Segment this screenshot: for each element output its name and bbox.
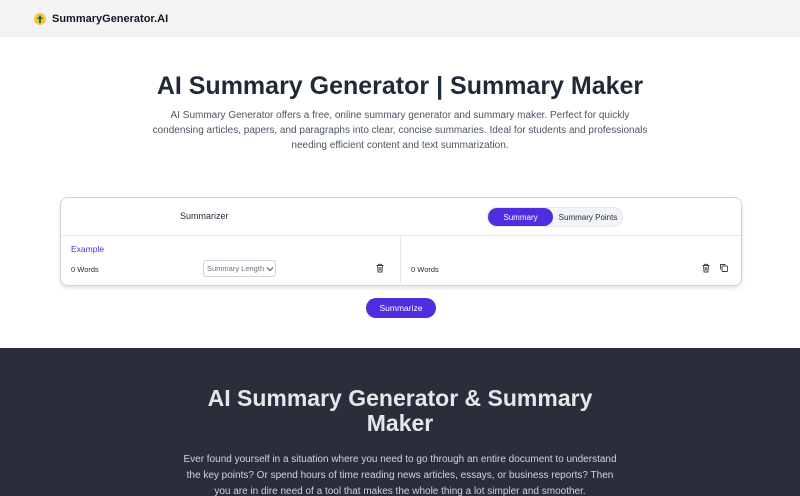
summarizer-label: Summarizer (180, 211, 229, 221)
input-pane[interactable]: Example 0 Words Summary Length (61, 236, 401, 286)
page-description: AI Summary Generator offers a free, onli… (152, 110, 648, 151)
top-navbar: SummaryGenerator.AI (0, 0, 800, 37)
summarizer-card: Summarizer Summary Summary Points Exampl… (60, 197, 742, 286)
mode-toggle: Summary Summary Points (487, 207, 623, 227)
summarize-button[interactable]: Summarize (366, 298, 436, 318)
example-link[interactable]: Example (71, 244, 104, 254)
output-pane: 0 Words (401, 236, 741, 286)
mode-summary-points-button[interactable]: Summary Points (554, 208, 622, 226)
output-word-count: 0 Words (411, 265, 439, 274)
clear-input-trash-icon[interactable] (375, 263, 385, 273)
section-description: Ever found yourself in a situation where… (183, 454, 617, 496)
clear-output-trash-icon[interactable] (701, 263, 711, 273)
copy-icon[interactable] (719, 263, 729, 273)
input-word-count: 0 Words (71, 265, 99, 274)
chevron-down-icon (266, 266, 274, 271)
summary-length-select[interactable]: Summary Length (203, 260, 276, 277)
section-title: AI Summary Generator & Summary Maker (207, 385, 593, 436)
page-title: AI Summary Generator | Summary Maker (156, 72, 644, 100)
mode-summary-button[interactable]: Summary (488, 208, 553, 226)
info-section: AI Summary Generator & Summary Maker Eve… (0, 348, 800, 496)
card-header: Summarizer Summary Summary Points (61, 198, 741, 236)
logo-icon[interactable] (33, 12, 47, 26)
summary-length-placeholder: Summary Length (207, 264, 265, 273)
brand-name[interactable]: SummaryGenerator.AI (52, 13, 168, 25)
